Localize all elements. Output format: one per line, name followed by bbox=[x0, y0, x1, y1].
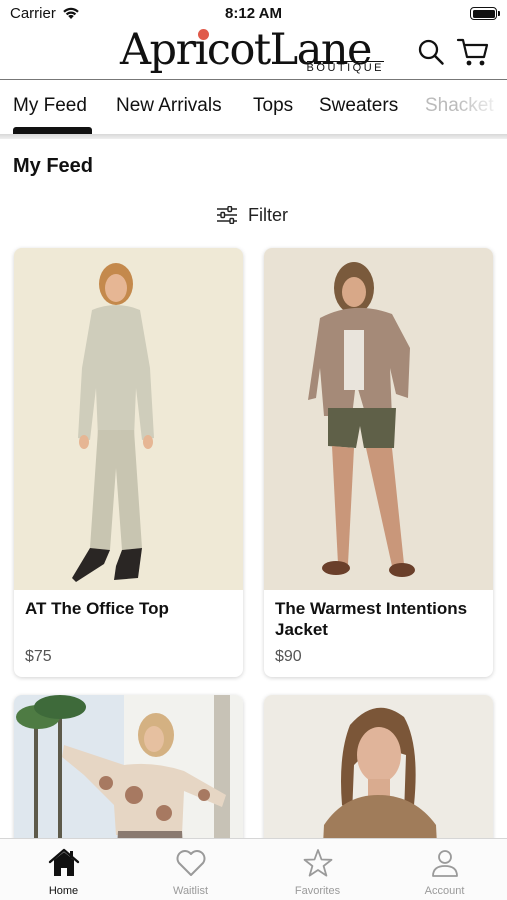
brand-logo[interactable]: ApricotLane BOUTIQUE bbox=[120, 26, 390, 78]
category-tabs: My Feed New Arrivals Tops Sweaters Shack… bbox=[0, 80, 507, 136]
product-image bbox=[14, 248, 243, 590]
product-image bbox=[264, 248, 493, 590]
page-title: My Feed bbox=[13, 155, 94, 177]
tab-sweaters[interactable]: Sweaters bbox=[319, 95, 398, 117]
logo-apricot-mark bbox=[198, 29, 209, 40]
tabbar-waitlist[interactable]: Waitlist bbox=[127, 839, 254, 900]
product-price: $90 bbox=[275, 648, 302, 665]
logo-subtitle: BOUTIQUE bbox=[306, 61, 384, 74]
clock: 8:12 AM bbox=[225, 5, 282, 22]
search-icon[interactable] bbox=[417, 38, 445, 66]
tabbar-account[interactable]: Account bbox=[381, 839, 507, 900]
home-icon bbox=[48, 848, 80, 876]
tabbar-label: Favorites bbox=[294, 885, 341, 897]
tabbar-home[interactable]: Home bbox=[0, 839, 127, 900]
heart-icon bbox=[176, 850, 206, 876]
tabbar-label: Home bbox=[48, 885, 79, 897]
tab-tops[interactable]: Tops bbox=[253, 95, 293, 117]
battery-icon bbox=[470, 7, 500, 20]
bottom-tab-bar: Home Waitlist Favorites Account bbox=[0, 838, 507, 900]
tabbar-label: Account bbox=[424, 885, 465, 897]
star-icon bbox=[303, 849, 333, 877]
app-header: ApricotLane BOUTIQUE bbox=[0, 26, 507, 78]
product-title: The Warmest Intentions Jacket bbox=[275, 599, 468, 639]
product-title: AT The Office Top bbox=[25, 599, 169, 618]
sliders-icon bbox=[217, 206, 237, 224]
tab-my-feed[interactable]: My Feed bbox=[13, 95, 87, 117]
cart-icon[interactable] bbox=[456, 36, 490, 68]
tab-new-arrivals[interactable]: New Arrivals bbox=[116, 95, 222, 117]
product-card[interactable]: The Warmest Intentions Jacket $90 bbox=[264, 248, 493, 677]
filter-button[interactable]: Filter bbox=[216, 203, 288, 227]
tabbar-favorites[interactable]: Favorites bbox=[254, 839, 381, 900]
tabs-divider bbox=[0, 134, 507, 139]
status-bar: Carrier 8:12 AM bbox=[0, 0, 507, 28]
product-price: $75 bbox=[25, 648, 52, 665]
person-icon bbox=[432, 850, 458, 877]
product-card[interactable]: AT The Office Top $75 bbox=[14, 248, 243, 677]
filter-label: Filter bbox=[248, 204, 288, 225]
active-tab-indicator bbox=[13, 127, 92, 134]
tabbar-label: Waitlist bbox=[172, 885, 209, 897]
tabs-fade bbox=[457, 80, 507, 130]
